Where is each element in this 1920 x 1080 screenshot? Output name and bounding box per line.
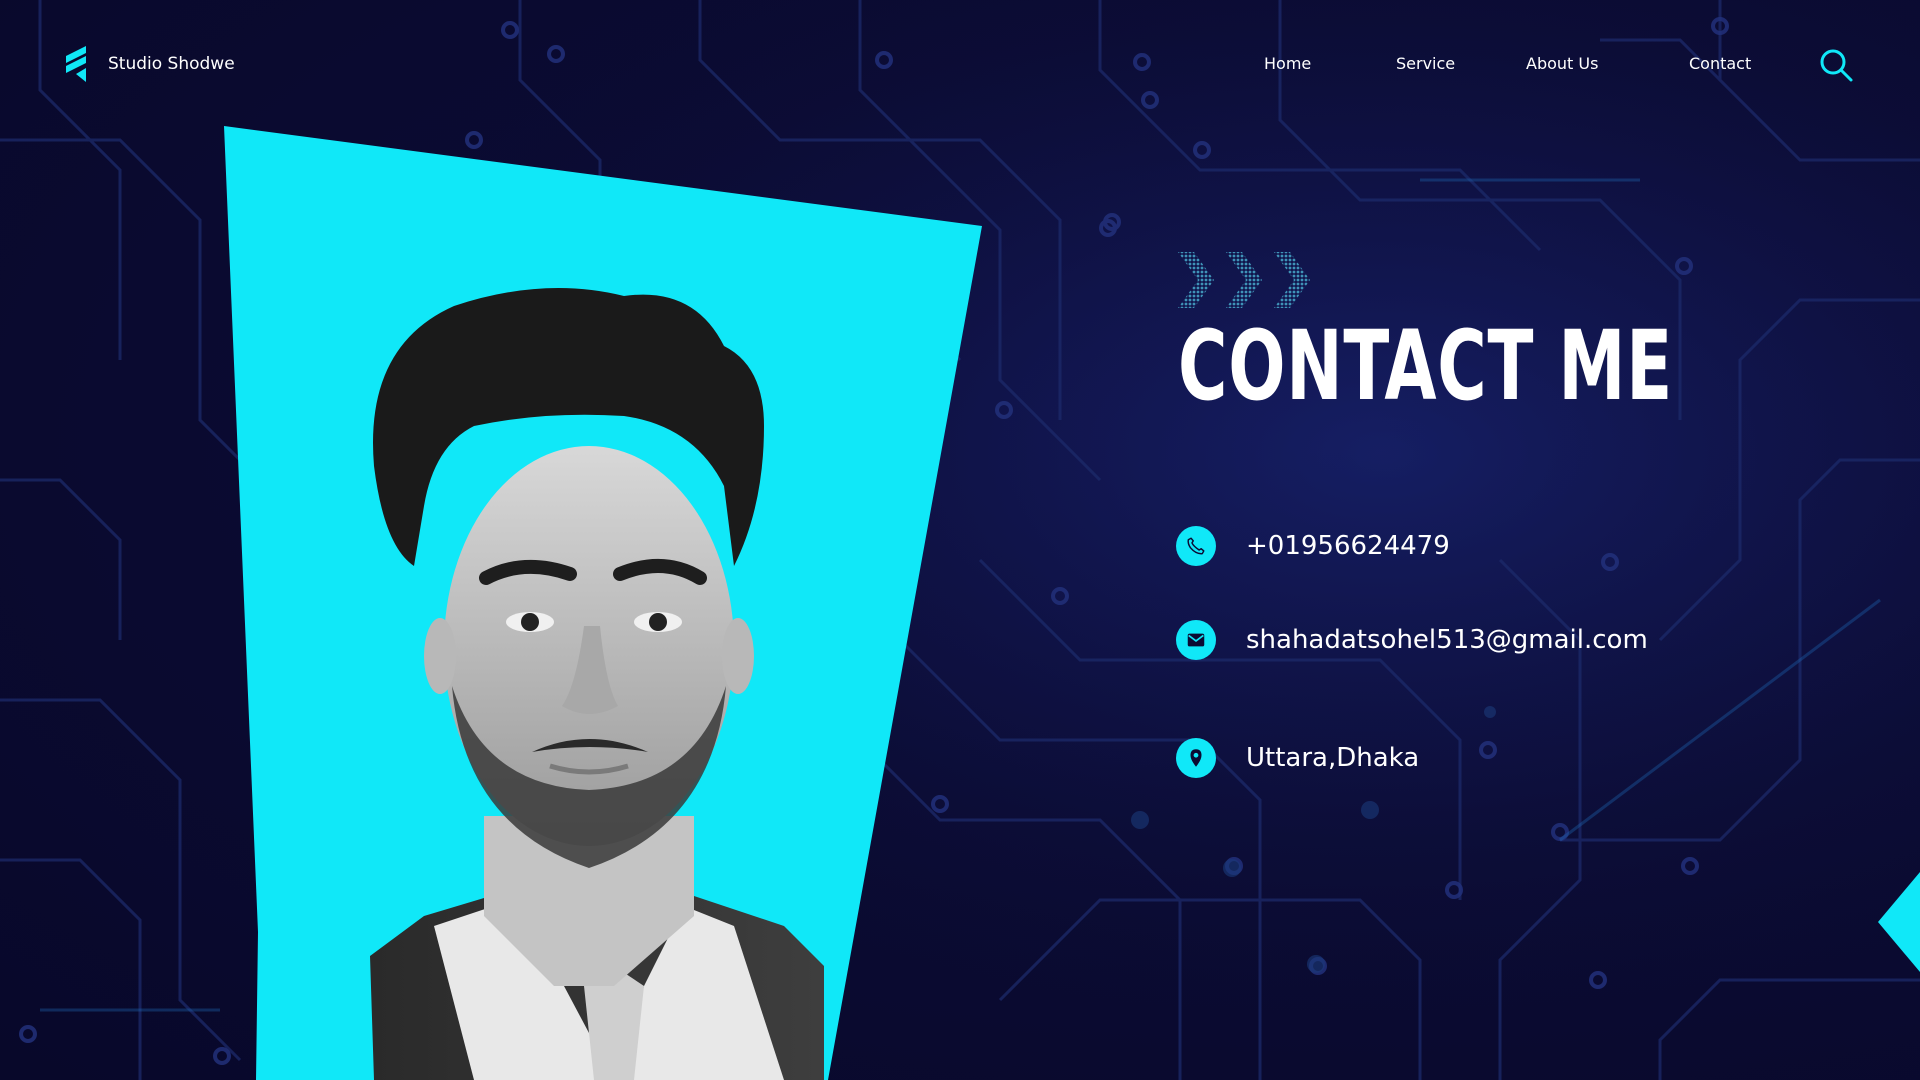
nav-item-home[interactable]: Home	[1264, 54, 1311, 73]
contact-page: Studio Shodwe Home Service About Us Cont…	[0, 0, 1920, 1080]
main-nav: Home Service About Us Contact	[0, 54, 1920, 78]
nav-item-about-us[interactable]: About Us	[1526, 54, 1598, 73]
location-pin-icon	[1176, 738, 1216, 778]
contact-email[interactable]: shahadatsohel513@gmail.com	[1176, 620, 1648, 660]
contact-phone[interactable]: +01956624479	[1176, 526, 1450, 566]
email-address: shahadatsohel513@gmail.com	[1246, 625, 1648, 655]
phone-icon	[1176, 526, 1216, 566]
location-text: Uttara,Dhaka	[1246, 743, 1420, 773]
corner-triangle-decoration	[1878, 872, 1920, 972]
search-icon[interactable]	[1818, 47, 1854, 83]
profile-photo	[224, 126, 984, 1080]
page-title: CONTACT ME	[1178, 310, 1674, 422]
nav-item-service[interactable]: Service	[1396, 54, 1455, 73]
mail-icon	[1176, 620, 1216, 660]
phone-number: +01956624479	[1246, 531, 1450, 561]
nav-item-contact[interactable]: Contact	[1689, 54, 1751, 73]
triple-chevron-right-icon	[1178, 252, 1310, 308]
contact-location[interactable]: Uttara,Dhaka	[1176, 738, 1419, 778]
